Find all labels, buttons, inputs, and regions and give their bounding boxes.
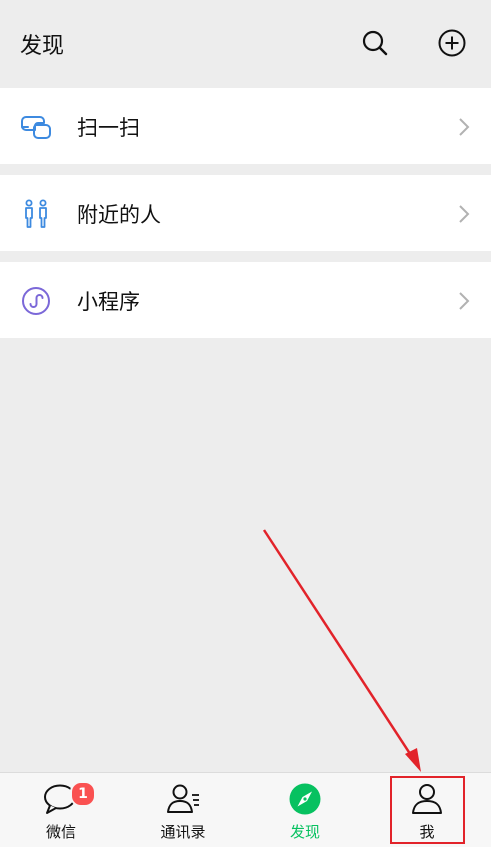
- tab-label: 通讯录: [160, 823, 206, 841]
- nearby-people-icon: [25, 199, 47, 228]
- chevron-right-icon: [459, 292, 470, 310]
- tab-label: 发现: [289, 823, 320, 841]
- menu-item-mini-program[interactable]: 小程序: [0, 262, 491, 338]
- add-circle-icon: [438, 29, 466, 57]
- status-bar: [0, 0, 491, 10]
- menu-group-scan: 扫一扫: [0, 88, 491, 164]
- tab-contacts[interactable]: 通讯录: [122, 773, 244, 847]
- menu-item-label: 附近的人: [77, 203, 161, 227]
- tab-discover[interactable]: 发现: [244, 773, 366, 847]
- tab-label: 我: [419, 823, 435, 841]
- menu-group-mini-program: 小程序: [0, 262, 491, 338]
- tab-chats[interactable]: 1 微信: [0, 773, 122, 847]
- menu-item-nearby-people[interactable]: 附近的人: [0, 175, 491, 251]
- compass-icon: [289, 783, 321, 815]
- add-button[interactable]: [437, 28, 467, 58]
- mini-program-icon: [22, 287, 50, 315]
- chevron-right-icon: [459, 205, 470, 223]
- search-icon: [362, 30, 388, 56]
- chevron-right-icon: [459, 118, 470, 136]
- menu-item-scan[interactable]: 扫一扫: [0, 88, 491, 164]
- tab-me[interactable]: 我: [366, 773, 488, 847]
- menu-group-nearby: 附近的人: [0, 175, 491, 251]
- header-bar: 发现: [0, 10, 491, 76]
- bottom-tab-bar: 1 微信 通讯录 发现 我: [0, 772, 491, 847]
- scan-icon: [21, 116, 51, 139]
- profile-icon: [412, 784, 442, 814]
- tab-label: 微信: [45, 823, 76, 841]
- menu-item-label: 扫一扫: [77, 116, 140, 140]
- contacts-icon: [167, 784, 199, 813]
- menu-item-label: 小程序: [77, 290, 140, 314]
- search-button[interactable]: [360, 28, 390, 58]
- unread-badge: 1: [70, 781, 96, 807]
- page-title: 发现: [20, 34, 65, 59]
